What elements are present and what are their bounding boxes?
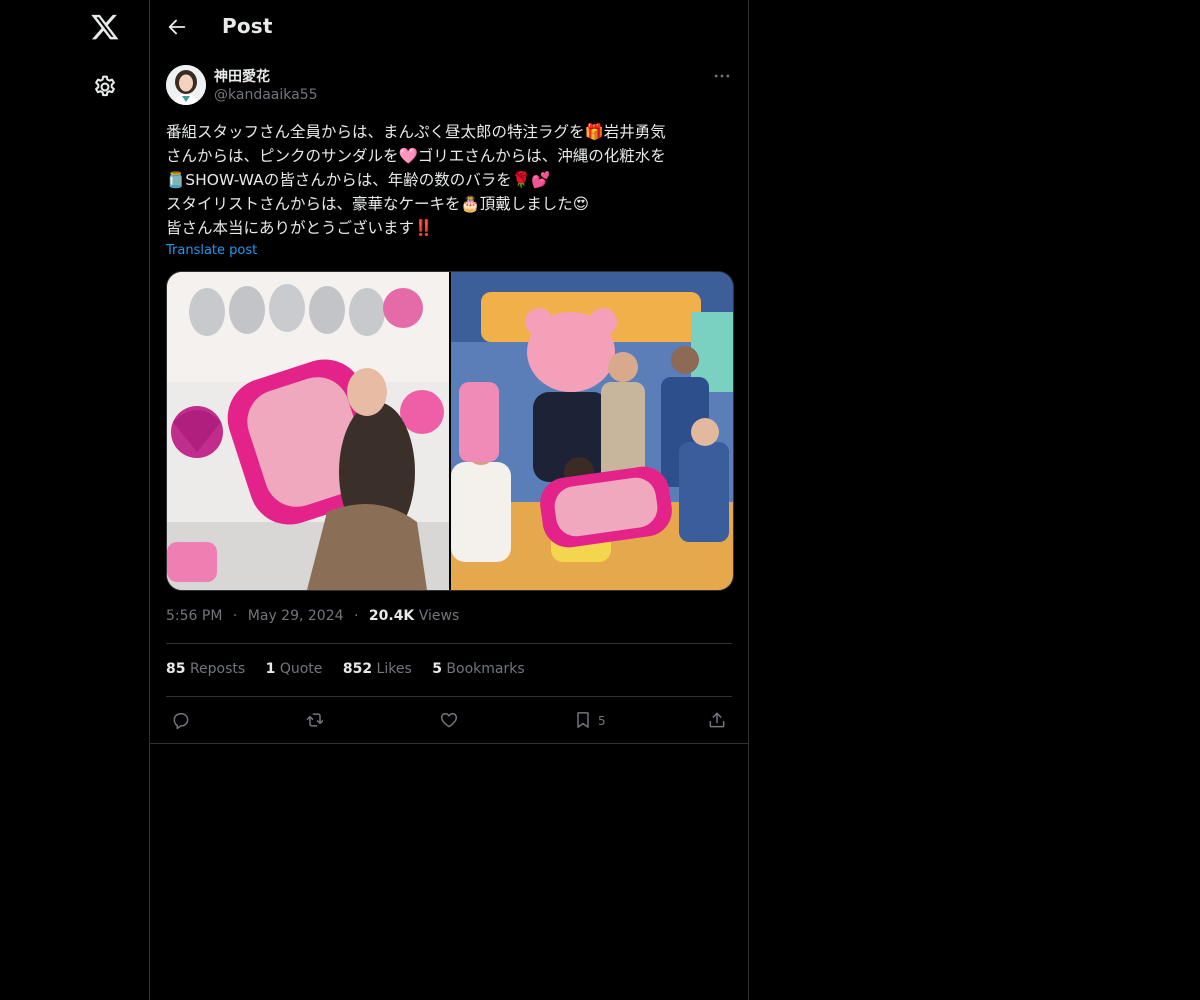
bookmarks-count: 5 (432, 661, 442, 677)
post-text-line: スタイリストさんからは、豪華なケーキを🎂頂戴しました😍 (166, 195, 589, 213)
post-date[interactable]: May 29, 2024 (248, 608, 344, 624)
meta-separator: · (232, 608, 238, 624)
divider (166, 696, 732, 697)
post-text-line: 皆さん本当にありがとうございます‼️ (166, 219, 434, 237)
post-time[interactable]: 5:56 PM (166, 608, 222, 624)
quotes-count: 1 (265, 661, 276, 677)
birthday-photo[interactable] (167, 272, 449, 590)
engagement-stats: 85 Reposts 1 Quote 852 Likes 5 Bookmarks (166, 661, 541, 677)
more-options-icon[interactable] (712, 66, 732, 86)
views-count: 20.4K (368, 608, 415, 624)
post-detail-column: Post 神田愛花 @kandaaika55 番組スタッフさん全員からは、まんぷ… (150, 0, 749, 1000)
bookmark-button[interactable] (573, 710, 593, 732)
likes-count: 852 (342, 661, 373, 677)
gear-icon[interactable] (92, 74, 118, 100)
bookmark-action-count: 5 (598, 714, 606, 728)
author-handle[interactable]: @kandaaika55 (214, 87, 318, 103)
bookmark-icon (577, 712, 589, 728)
translate-post-link[interactable]: Translate post (166, 243, 257, 258)
author-display-name[interactable]: 神田愛花 (214, 66, 270, 86)
post-text-line: 🫙SHOW-WAの皆さんからは、年齢の数のバラを🌹💕 (166, 171, 551, 189)
repost-button[interactable] (305, 710, 325, 732)
reply-icon (173, 713, 189, 730)
share-icon (709, 712, 725, 728)
like-button[interactable] (439, 710, 459, 732)
divider (166, 643, 732, 644)
quotes-stat[interactable]: 1 Quote (266, 661, 323, 677)
page-title: Post (222, 14, 273, 38)
repost-icon (306, 713, 324, 727)
quotes-label: Quote (279, 661, 323, 677)
reposts-label: Reposts (189, 661, 246, 677)
bookmarks-stat[interactable]: 5 Bookmarks (432, 661, 524, 677)
reposts-count: 85 (166, 661, 186, 677)
left-sidebar (0, 0, 150, 1000)
arrow-left-icon[interactable] (166, 16, 188, 38)
post-media[interactable] (166, 271, 734, 591)
likes-stat[interactable]: 852 Likes (343, 661, 412, 677)
post-timestamp-row: 5:56 PM · May 29, 2024 · 20.4K Views (166, 608, 459, 624)
divider (150, 743, 748, 744)
avatar[interactable] (166, 65, 206, 105)
studio-group-photo[interactable] (451, 272, 733, 590)
reply-button[interactable] (171, 710, 191, 732)
page-header: Post (150, 0, 748, 54)
post-text-line: 番組スタッフさん全員からは、まんぷく昼太郎の特注ラグを🎁岩井勇気 (166, 123, 666, 141)
bookmarks-label: Bookmarks (446, 661, 525, 677)
views-label: Views (418, 608, 460, 624)
share-button[interactable] (707, 710, 727, 732)
likes-label: Likes (376, 661, 412, 677)
x-logo-icon[interactable] (90, 12, 120, 42)
post-text-line: さんからは、ピンクのサンダルを🩷ゴリエさんからは、沖縄の化粧水を (166, 147, 666, 165)
heart-icon (440, 713, 458, 728)
reposts-stat[interactable]: 85 Reposts (166, 661, 245, 677)
meta-separator: · (353, 608, 359, 624)
post-text: 番組スタッフさん全員からは、まんぷく昼太郎の特注ラグを🎁岩井勇気 さんからは、ピ… (166, 120, 732, 240)
